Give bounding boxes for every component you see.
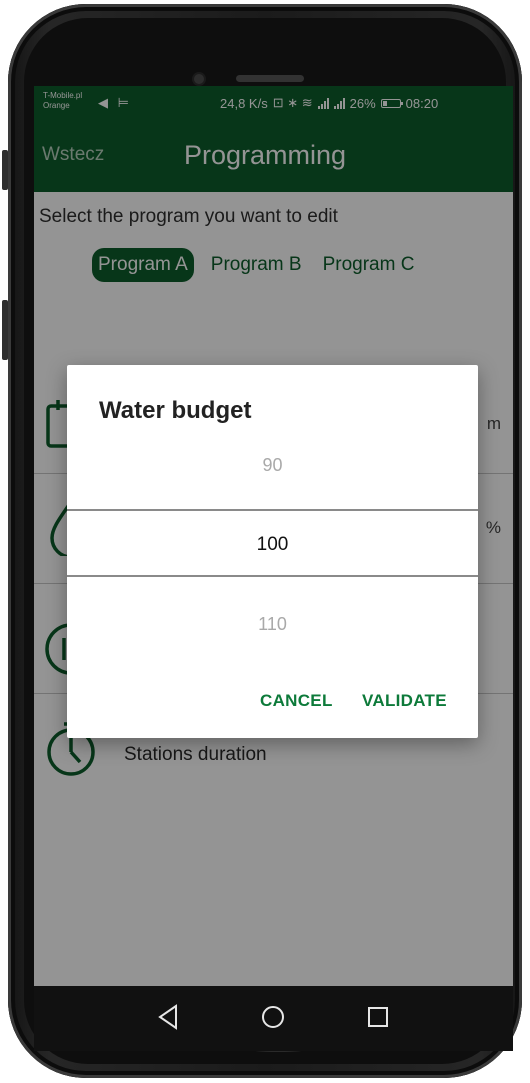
water-budget-dialog: Water budget 90 100 110 CANCEL VALIDATE: [67, 365, 478, 738]
front-camera-icon: [194, 74, 204, 84]
dialog-title: Water budget: [99, 397, 252, 424]
picker-divider-top: [67, 509, 478, 511]
cancel-button[interactable]: CANCEL: [260, 691, 333, 711]
phone-screen: T-Mobile.pl Orange ◀ ⊨ 24,8 K/s ⊡ ∗ ≋ 26…: [34, 86, 513, 1051]
circle-home-icon[interactable]: [256, 1000, 290, 1034]
square-recents-icon[interactable]: [361, 1000, 395, 1034]
picker-option-selected[interactable]: 100: [67, 534, 478, 556]
triangle-back-icon[interactable]: [152, 1000, 186, 1034]
validate-button[interactable]: VALIDATE: [362, 691, 447, 711]
picker-option-next[interactable]: 110: [67, 614, 478, 635]
picker-divider-bottom: [67, 575, 478, 577]
volume-button: [2, 150, 8, 190]
earpiece-speaker: [236, 75, 304, 82]
side-button: [2, 300, 8, 360]
navigation-bar: [34, 986, 513, 1051]
picker-option-prev[interactable]: 90: [67, 455, 478, 476]
